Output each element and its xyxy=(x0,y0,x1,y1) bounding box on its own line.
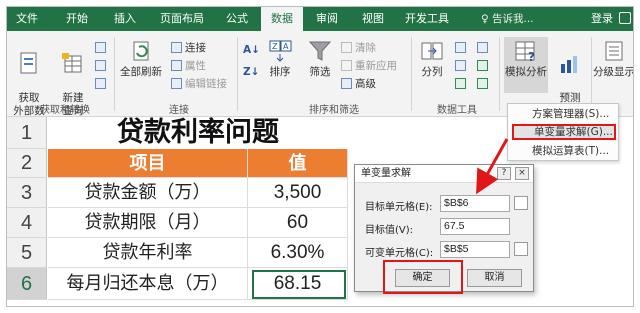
arrow-placeholder xyxy=(495,37,519,95)
annotation-arrows xyxy=(476,37,519,195)
arrow-to-dialog xyxy=(476,138,509,195)
excel-window: 文件 开始 插入 页面布局 公式 数据 审阅 视图 开发工具 ♀ 告诉我... … xyxy=(6,6,634,307)
